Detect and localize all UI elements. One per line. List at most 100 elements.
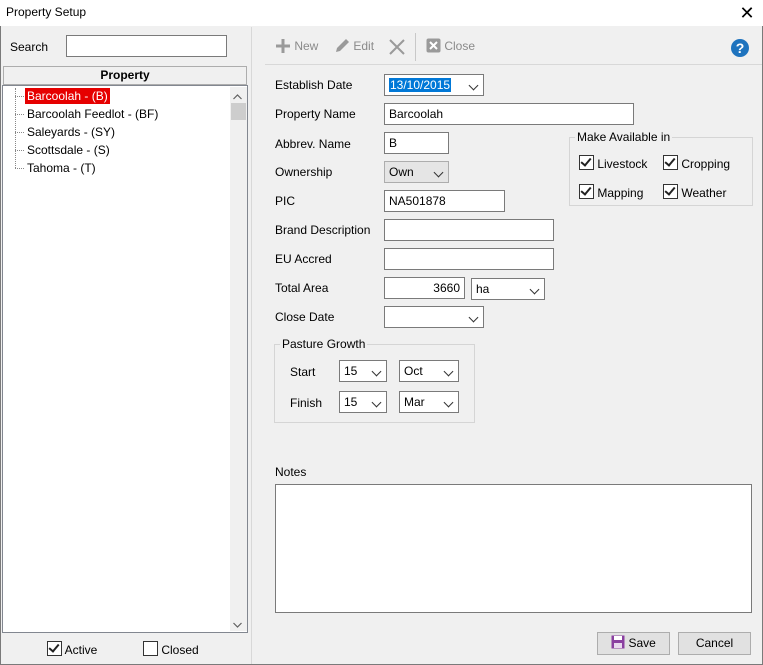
start-month-value: Oct [404, 364, 423, 378]
eu-accred-field[interactable] [384, 248, 554, 270]
save-disk-icon [611, 635, 625, 649]
finish-day-select[interactable]: 15 [339, 391, 387, 413]
ownership-value: Own [389, 165, 414, 179]
chevron-down-icon [433, 167, 444, 178]
mapping-option[interactable]: Mapping [579, 184, 643, 200]
pencil-icon [336, 39, 349, 52]
tree-scrollbar-thumb[interactable] [231, 103, 246, 120]
close-date-label: Close Date [275, 310, 335, 324]
establish-date-picker[interactable]: 13/10/2015 [384, 74, 484, 96]
toolbar-separator [265, 64, 762, 65]
active-label: Active [64, 643, 98, 657]
pic-label: PIC [275, 194, 296, 208]
notes-label: Notes [275, 465, 307, 479]
brand-description-field[interactable] [384, 219, 554, 241]
closed-filter[interactable]: Closed [143, 641, 199, 657]
chevron-down-icon [443, 397, 454, 408]
ownership-select[interactable]: Own [384, 161, 449, 183]
start-day-select[interactable]: 15 [339, 360, 387, 382]
window-title: Property Setup [6, 5, 87, 19]
cropping-label: Cropping [681, 157, 731, 171]
tree-connector [15, 132, 24, 133]
active-checkbox[interactable] [47, 641, 62, 656]
property-tree: Barcoolah - (B) Barcoolah Feedlot - (BF)… [2, 85, 248, 633]
delete-button[interactable] [388, 38, 406, 59]
close-date-picker[interactable] [384, 306, 484, 328]
establish-date-value: 13/10/2015 [389, 78, 452, 92]
chevron-down-icon [443, 366, 454, 377]
chevron-down-icon [468, 312, 479, 323]
eu-accred-label: EU Accred [275, 252, 332, 266]
pasture-growth-title: Pasture Growth [280, 337, 368, 351]
help-icon[interactable]: ? [731, 39, 749, 57]
finish-month-select[interactable]: Mar [399, 391, 459, 413]
cropping-checkbox[interactable] [663, 155, 678, 170]
total-area-label: Total Area [275, 281, 329, 295]
property-name-label: Property Name [275, 107, 356, 121]
establish-date-label: Establish Date [275, 78, 353, 92]
tree-header[interactable]: Property [3, 66, 247, 85]
tree-item-saleyards[interactable]: Saleyards - (SY) [25, 124, 117, 140]
closed-checkbox[interactable] [143, 641, 158, 656]
abbrev-name-label: Abbrev. Name [275, 137, 351, 151]
pic-field[interactable]: NA501878 [384, 190, 505, 212]
new-label: New [294, 39, 319, 53]
active-filter[interactable]: Active [47, 641, 97, 657]
delete-x-icon [389, 39, 405, 55]
close-record-label: Close [444, 39, 476, 53]
cancel-button[interactable]: Cancel [678, 632, 751, 655]
save-label: Save [628, 636, 656, 650]
edit-button[interactable]: Edit [334, 38, 374, 54]
tree-connector [15, 150, 24, 151]
start-label: Start [290, 365, 316, 379]
tree-item-scottsdale[interactable]: Scottsdale - (S) [25, 142, 112, 158]
cropping-option[interactable]: Cropping [663, 155, 730, 171]
tree-connector [15, 96, 24, 97]
edit-label: Edit [353, 39, 375, 53]
abbrev-name-field[interactable]: B [384, 132, 449, 154]
chevron-down-icon [371, 366, 382, 377]
ownership-label: Ownership [275, 165, 333, 179]
livestock-label: Livestock [597, 157, 648, 171]
area-unit-value: ha [476, 282, 490, 296]
chevron-down-icon [468, 80, 479, 91]
closed-label: Closed [161, 643, 199, 657]
area-unit-select[interactable]: ha [471, 278, 545, 300]
tree-item-tahoma[interactable]: Tahoma - (T) [25, 160, 98, 176]
start-day-value: 15 [344, 364, 358, 378]
tree-scrollbar[interactable] [230, 87, 247, 631]
tree-item-barcoolah-feedlot[interactable]: Barcoolah Feedlot - (BF) [25, 106, 160, 122]
make-available-title: Make Available in [575, 130, 673, 144]
search-input[interactable] [66, 35, 227, 57]
plus-icon [276, 39, 290, 53]
weather-label: Weather [681, 186, 727, 200]
start-month-select[interactable]: Oct [399, 360, 459, 382]
close-box-icon [426, 38, 441, 53]
scroll-down-icon[interactable] [233, 617, 242, 628]
tree-connector [15, 168, 24, 169]
tree-lines [15, 88, 16, 168]
tree-connector [15, 114, 24, 115]
chevron-down-icon [529, 284, 540, 295]
new-button[interactable]: New [275, 38, 318, 54]
mapping-checkbox[interactable] [579, 184, 594, 199]
property-name-field[interactable]: Barcoolah [384, 103, 634, 125]
weather-option[interactable]: Weather [663, 184, 726, 200]
close-record-button[interactable]: Close [426, 38, 475, 53]
brand-description-label: Brand Description [275, 223, 371, 237]
panel-splitter[interactable] [251, 27, 263, 664]
notes-field[interactable] [275, 484, 752, 613]
weather-checkbox[interactable] [663, 184, 678, 199]
title-bar [0, 0, 763, 26]
scroll-up-icon[interactable] [233, 89, 242, 100]
search-label: Search [10, 40, 49, 54]
chevron-down-icon [371, 397, 382, 408]
finish-label: Finish [290, 396, 323, 410]
finish-day-value: 15 [344, 395, 358, 409]
total-area-field[interactable]: 3660 [384, 277, 465, 299]
save-button[interactable]: Save [597, 632, 670, 655]
livestock-checkbox[interactable] [579, 155, 594, 170]
tree-item-barcoolah[interactable]: Barcoolah - (B) [25, 88, 110, 104]
window-close-button[interactable]: ✕ [733, 1, 761, 25]
livestock-option[interactable]: Livestock [579, 155, 647, 171]
